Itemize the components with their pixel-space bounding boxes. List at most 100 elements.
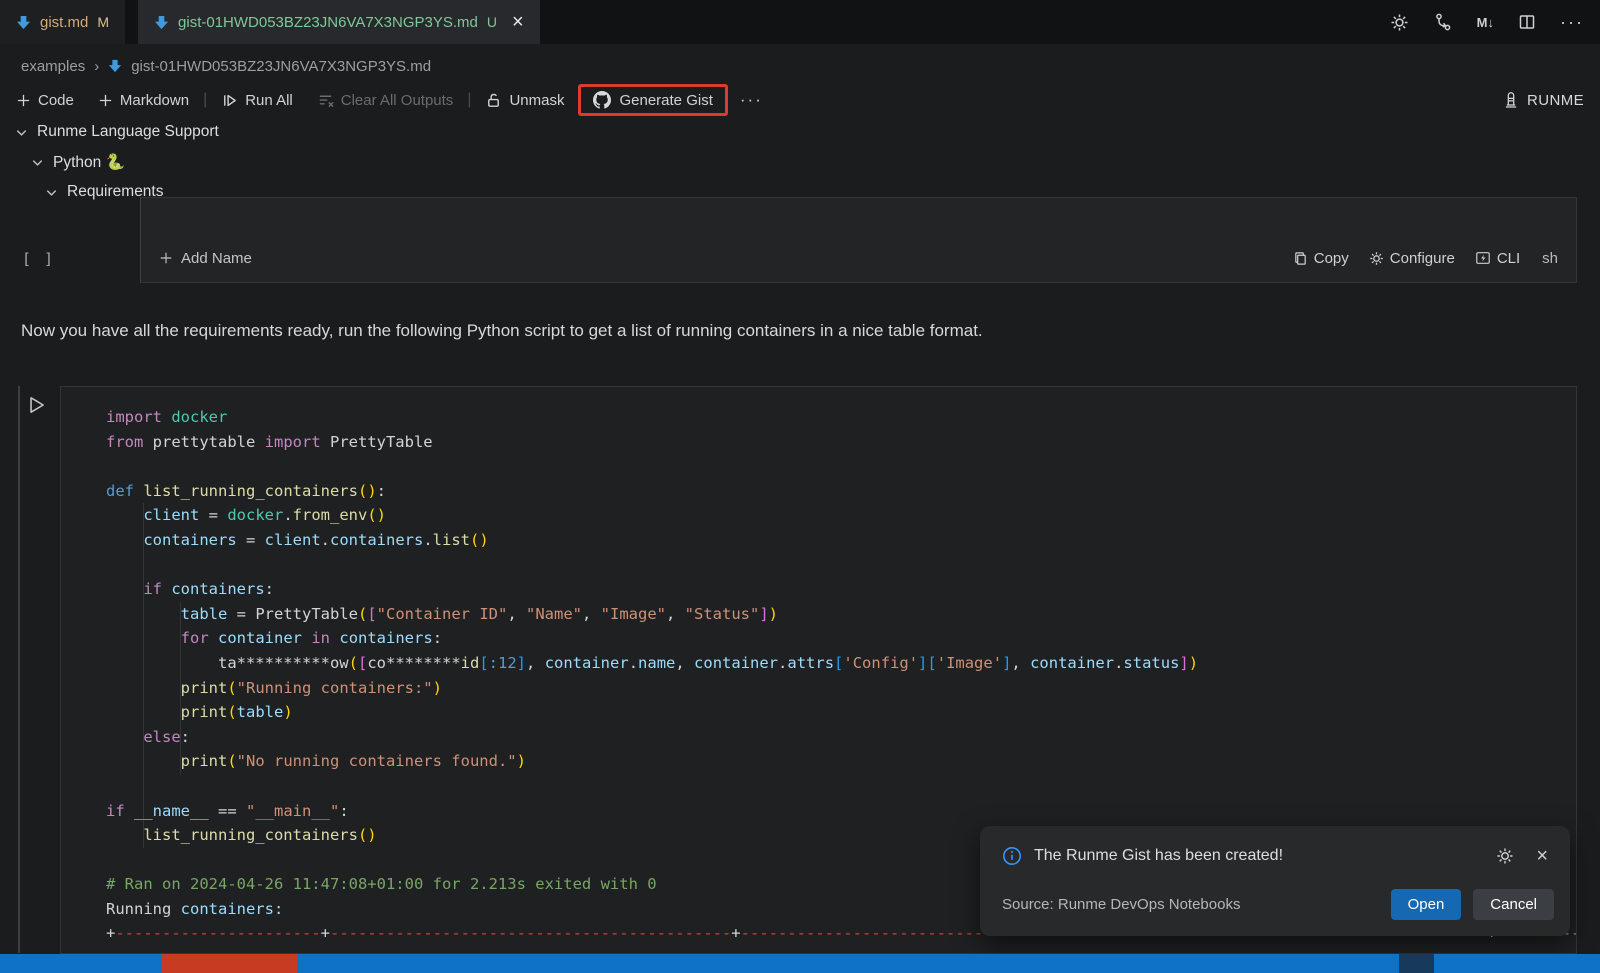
tab-label: gist.md (40, 14, 88, 31)
code-line: if containers: (106, 577, 1577, 602)
open-button[interactable]: Open (1391, 889, 1462, 920)
toast-body: Source: Runme DevOps Notebooks Open Canc… (1002, 889, 1554, 920)
unmask-label: Unmask (509, 92, 564, 109)
more-actions-icon[interactable]: ··· (1560, 12, 1584, 33)
runme-monument-icon (1502, 91, 1520, 109)
cell-focus-indicator (18, 386, 20, 953)
terminal-cli-icon (1475, 250, 1491, 266)
cell-actions: Copy Configure CLI sh (1293, 250, 1558, 267)
toolbar-divider: | (203, 91, 207, 109)
status-strip (0, 954, 1600, 973)
chevron-down-icon[interactable] (30, 155, 45, 170)
clear-all-outputs-label: Clear All Outputs (341, 92, 454, 109)
plus-icon (98, 93, 113, 108)
plus-icon (159, 251, 173, 265)
markdown-preview-icon[interactable]: M↓ (1477, 15, 1494, 30)
toast-header: The Runme Gist has been created! × (1002, 846, 1548, 866)
code-line: def list_running_containers(): (106, 479, 1577, 504)
generate-gist-button[interactable]: Generate Gist (578, 84, 727, 116)
unlock-icon (485, 92, 502, 109)
code-line: import docker (106, 405, 1577, 430)
copy-label: Copy (1314, 250, 1349, 267)
toolbar-divider: | (467, 91, 471, 109)
git-graph-icon[interactable] (1433, 12, 1453, 32)
info-icon (1002, 846, 1022, 866)
configure-button[interactable]: Configure (1369, 250, 1455, 267)
document-outline: Runme Language Support Python 🐍 Requirem… (0, 117, 1600, 207)
cell-footer: Add Name Copy Configure CLI sh (141, 240, 1576, 276)
status-strip-segment (1399, 954, 1434, 973)
generate-gist-label: Generate Gist (619, 92, 712, 109)
unmask-button[interactable]: Unmask (485, 92, 564, 109)
code-line: client = docker.from_env() (106, 503, 1577, 528)
runme-file-icon (16, 15, 31, 30)
code-line: else: (106, 725, 1577, 750)
outline-label: Runme Language Support (37, 123, 219, 141)
add-markdown-label: Markdown (120, 92, 189, 109)
code-line: containers = client.containers.list() (106, 528, 1577, 553)
run-cell-button[interactable] (25, 394, 47, 416)
copy-icon (1293, 251, 1308, 266)
run-all-label: Run All (245, 92, 293, 109)
breadcrumb-separator: › (94, 58, 99, 75)
code-line: print("Running containers:") (106, 676, 1577, 701)
clear-all-outputs-button[interactable]: Clear All Outputs (317, 92, 454, 109)
cell-language-picker[interactable]: sh (1542, 250, 1558, 267)
add-markdown-button[interactable]: Markdown (98, 92, 189, 109)
editor-actions: M↓ ··· (1390, 0, 1584, 44)
status-strip-segment (0, 954, 162, 973)
code-line: table = PrettyTable(["Container ID", "Na… (106, 602, 1577, 627)
add-code-label: Code (38, 92, 74, 109)
runme-deploy-button[interactable]: RUNME (1502, 91, 1584, 109)
gear-icon[interactable] (1390, 13, 1409, 32)
cli-button[interactable]: CLI (1475, 250, 1520, 267)
code-line (106, 454, 1577, 479)
code-line: ta**********ow([co********id[:12], conta… (106, 651, 1577, 676)
run-all-button[interactable]: Run All (221, 92, 293, 109)
outline-item-python[interactable]: Python 🐍 (0, 147, 1600, 177)
breadcrumb-folder[interactable]: examples (21, 58, 85, 75)
add-code-button[interactable]: Code (16, 92, 74, 109)
tab-gist-generated-md[interactable]: gist-01HWD053BZ23JN6VA7X3NGP3YS.md U × (138, 0, 540, 44)
untracked-badge: U (487, 14, 497, 30)
gear-icon[interactable] (1496, 847, 1514, 865)
gear-icon (1369, 251, 1384, 266)
notebook-toolbar: Code Markdown | Run All Clear All Output… (16, 82, 1584, 118)
code-line: print(table) (106, 700, 1577, 725)
code-line (106, 553, 1577, 578)
close-icon[interactable]: × (1536, 846, 1548, 866)
chevron-down-icon[interactable] (14, 125, 29, 140)
status-strip-segment (297, 954, 1399, 973)
add-name-button[interactable]: Add Name (159, 250, 252, 267)
run-all-icon (221, 92, 238, 109)
toast-source: Source: Runme DevOps Notebooks (1002, 896, 1240, 913)
close-icon[interactable]: × (512, 12, 524, 32)
split-editor-icon[interactable] (1518, 13, 1536, 31)
copy-button[interactable]: Copy (1293, 250, 1349, 267)
runme-file-icon (154, 15, 169, 30)
add-name-label: Add Name (181, 250, 252, 267)
runme-file-icon (108, 59, 122, 73)
runme-label: RUNME (1527, 92, 1584, 109)
toolbar-more-icon[interactable]: ··· (740, 90, 763, 110)
code-line: from prettytable import PrettyTable (106, 430, 1577, 455)
execution-order-indicator: [ ] (22, 250, 55, 268)
code-line (106, 774, 1577, 799)
cancel-button[interactable]: Cancel (1473, 889, 1554, 920)
plus-icon (16, 93, 31, 108)
tab-bar: gist.md M gist-01HWD053BZ23JN6VA7X3NGP3Y… (0, 0, 1600, 44)
toast-message: The Runme Gist has been created! (1034, 847, 1283, 865)
clear-outputs-icon (317, 92, 334, 109)
markdown-paragraph: Now you have all the requirements ready,… (21, 321, 983, 341)
notification-toast: The Runme Gist has been created! × Sourc… (980, 826, 1570, 936)
requirements-cell-panel: Add Name Copy Configure CLI sh (140, 197, 1577, 283)
code-line: for container in containers: (106, 626, 1577, 651)
outline-item-runme-language-support[interactable]: Runme Language Support (0, 117, 1600, 147)
breadcrumb: examples › gist-01HWD053BZ23JN6VA7X3NGP3… (21, 53, 431, 79)
chevron-down-icon[interactable] (44, 185, 59, 200)
tab-gist-md[interactable]: gist.md M (0, 0, 125, 44)
code-line: if __name__ == "__main__": (106, 799, 1577, 824)
breadcrumb-file[interactable]: gist-01HWD053BZ23JN6VA7X3NGP3YS.md (131, 58, 431, 75)
modified-badge: M (97, 14, 109, 30)
cli-label: CLI (1497, 250, 1520, 267)
